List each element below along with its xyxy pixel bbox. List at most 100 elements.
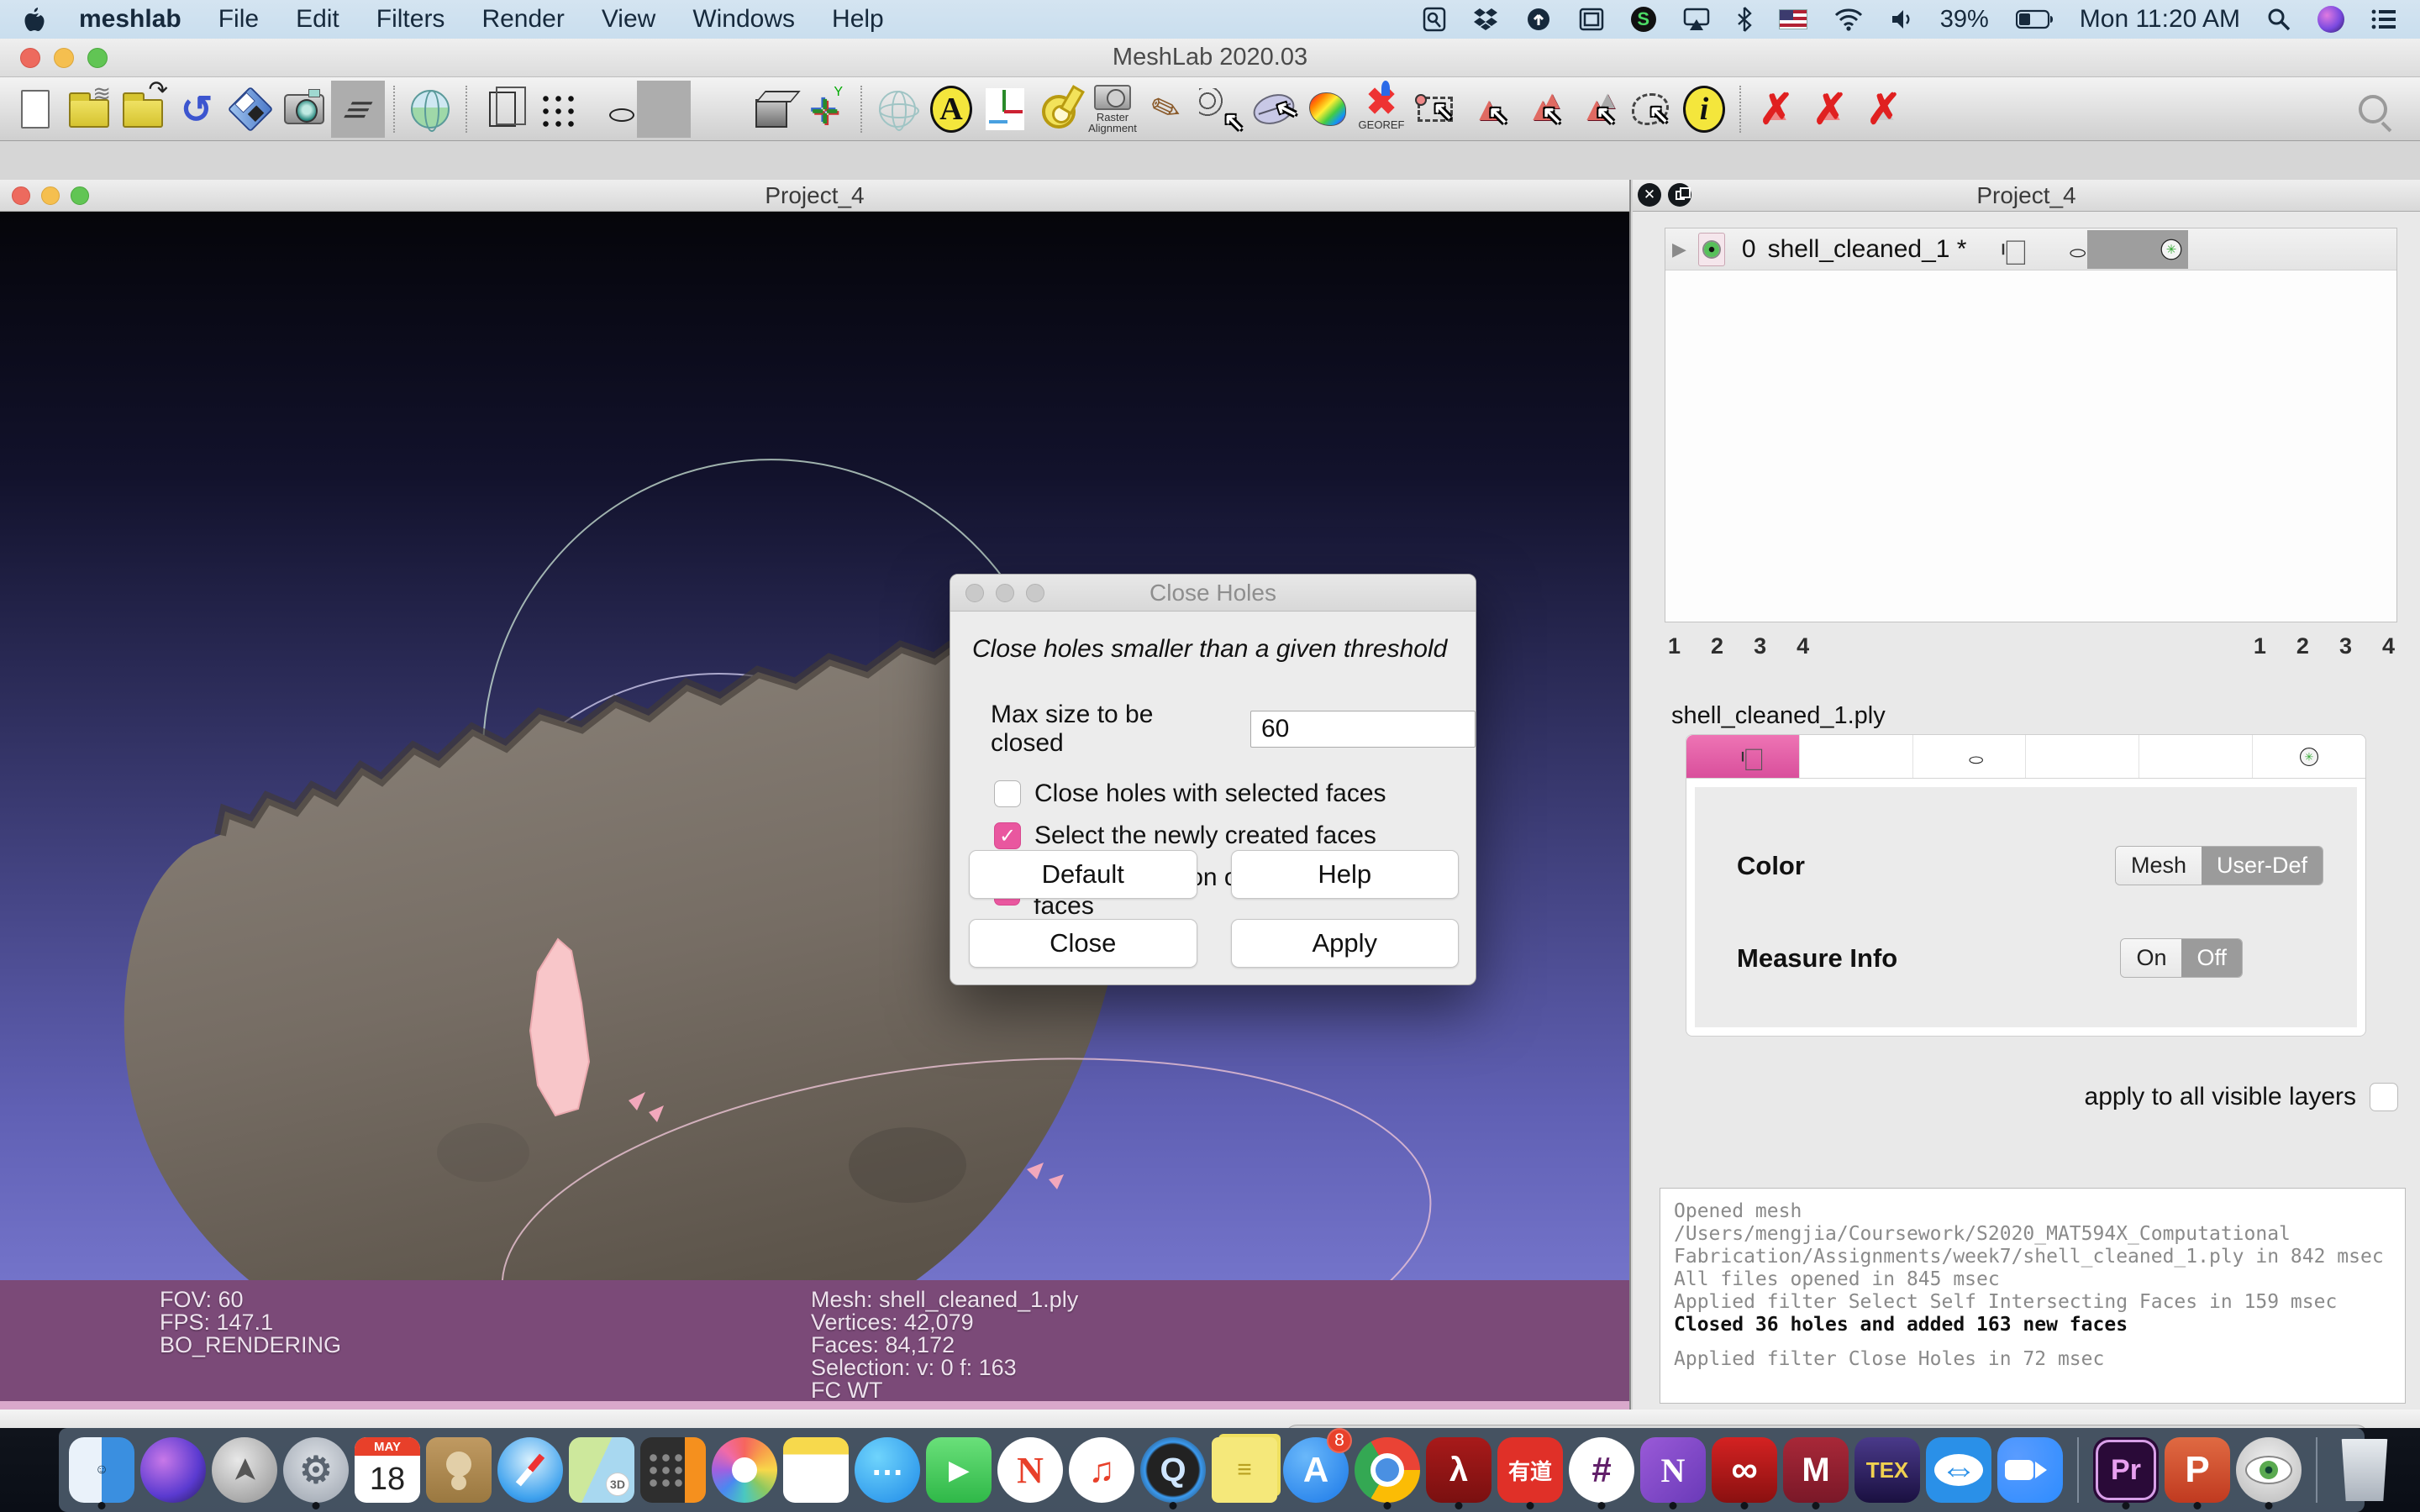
color-option-mesh[interactable]: Mesh <box>2116 847 2202 885</box>
dock-finder-icon[interactable]: ☺ <box>67 1430 136 1510</box>
layer-render-greensphere-icon[interactable]: ✳ <box>2154 230 2188 269</box>
dock-facetime-icon[interactable]: ▶ <box>924 1430 993 1510</box>
layer-render-points-icon[interactable] <box>2020 230 2054 269</box>
import-mesh-icon[interactable] <box>116 81 170 138</box>
backup-cloud-icon[interactable] <box>1525 7 1552 32</box>
show-axes-icon[interactable] <box>798 81 852 138</box>
log-output[interactable]: Opened mesh /Users/mengjia/Coursework/S2… <box>1660 1188 2406 1404</box>
dock-teamviewer-icon[interactable]: ⇔ <box>1924 1430 1993 1510</box>
z-painting-icon[interactable]: ✎ <box>1139 81 1193 138</box>
menu-item-edit[interactable]: Edit <box>296 5 339 34</box>
reload-mesh-icon[interactable]: ↺ <box>170 81 224 138</box>
show-info-pane-icon[interactable]: i <box>1677 81 1731 138</box>
shottr-icon[interactable]: S <box>1631 7 1656 32</box>
delete-selected-vertices-icon[interactable]: ✗ <box>1749 81 1803 138</box>
manipulator-tool-icon[interactable] <box>1247 81 1301 138</box>
ambient-light-icon[interactable]: A <box>924 81 978 138</box>
dock-powerpoint-icon[interactable]: P <box>2163 1430 2232 1510</box>
input-source-us-flag-icon[interactable] <box>1779 9 1807 29</box>
dock-photos-icon[interactable] <box>710 1430 779 1510</box>
raster-alignment-icon[interactable]: Raster Alignment <box>1086 81 1139 138</box>
apply-button[interactable]: Apply <box>1231 919 1460 968</box>
dock-chrome-icon[interactable] <box>1353 1430 1422 1510</box>
dock-slack-icon[interactable]: # <box>1567 1430 1636 1510</box>
point-picking-icon[interactable] <box>1193 81 1247 138</box>
panel-float-icon[interactable] <box>1668 183 1691 207</box>
dock-creative-cloud-icon[interactable]: ∞ <box>1710 1430 1779 1510</box>
wifi-icon[interactable] <box>1834 8 1863 31</box>
menu-item-meshlab[interactable]: meshlab <box>79 5 182 34</box>
battery-icon[interactable] <box>2016 9 2053 29</box>
select-connected-faces-icon[interactable]: ▲ <box>1570 81 1623 138</box>
dock-launchpad-icon[interactable]: ➤ <box>210 1430 279 1510</box>
georeference-icon[interactable]: ✖GEOREF <box>1355 81 1408 138</box>
tab-greensphere[interactable]: ✳ <box>2253 735 2365 778</box>
layer-render-wirecyl-icon[interactable] <box>2054 230 2087 269</box>
dock-notion-icon[interactable]: N <box>1639 1430 1707 1510</box>
menu-item-help[interactable]: Help <box>832 5 884 34</box>
color-option-userdef[interactable]: User-Def <box>2202 847 2323 885</box>
apply-all-layers-checkbox[interactable] <box>2370 1083 2398 1111</box>
layer-render-box-icon[interactable] <box>1986 230 2020 269</box>
menu-item-render[interactable]: Render <box>481 5 564 34</box>
default-button[interactable]: Default <box>969 850 1197 899</box>
dock-stickies-icon[interactable]: ≡ <box>1210 1430 1279 1510</box>
menu-item-view[interactable]: View <box>602 5 655 34</box>
delete-selected-faces-vertices-icon[interactable]: ✗ <box>1857 81 1911 138</box>
new-project-icon[interactable] <box>8 81 62 138</box>
spotlight-icon[interactable] <box>2267 8 2291 31</box>
render-hidden-lines-icon[interactable] <box>637 81 691 138</box>
dock-news-icon[interactable]: N <box>996 1430 1065 1510</box>
volume-icon[interactable] <box>1890 8 1913 31</box>
dock-meshlab-app-icon[interactable] <box>2234 1430 2303 1510</box>
dock-youdao-dictionary-icon[interactable]: 有道 <box>1496 1430 1565 1510</box>
quality-mapper-icon[interactable] <box>1301 81 1355 138</box>
dock-music-icon[interactable]: ♫ <box>1067 1430 1136 1510</box>
tab-bluecyl[interactable] <box>2026 735 2139 778</box>
dock-system-preferences-icon[interactable]: ⚙ <box>281 1430 350 1510</box>
measuring-tool-icon[interactable] <box>1032 81 1086 138</box>
siri-icon[interactable] <box>2317 6 2344 33</box>
airplay-display-icon[interactable] <box>1683 8 1710 31</box>
dropbox-icon[interactable] <box>1473 8 1498 31</box>
open-project-icon[interactable] <box>62 81 116 138</box>
menu-clock[interactable]: Mon 11:20 AM <box>2080 5 2240 34</box>
select-faces-rect-icon[interactable]: ▲ <box>1516 81 1570 138</box>
apple-menu-icon[interactable] <box>24 7 45 32</box>
dock-messages-icon[interactable]: … <box>853 1430 922 1510</box>
dock-app-store-icon[interactable]: A8 <box>1281 1430 1350 1510</box>
layer-render-redcyl-icon[interactable] <box>2121 230 2154 269</box>
dock-tex-icon[interactable]: TEX <box>1853 1430 1922 1510</box>
checkbox-checked[interactable]: ✓ <box>994 822 1021 849</box>
menu-item-windows[interactable]: Windows <box>692 5 795 34</box>
menu-item-filters[interactable]: Filters <box>376 5 445 34</box>
dock-safari-icon[interactable] <box>496 1430 565 1510</box>
dock-quicktime-icon[interactable]: Q <box>1139 1430 1207 1510</box>
close-window-button[interactable] <box>20 48 40 68</box>
render-wireframe-icon[interactable] <box>583 81 637 138</box>
save-project-icon[interactable] <box>224 81 277 138</box>
layer-visibility-eye-icon[interactable] <box>1698 233 1725 266</box>
bluetooth-icon[interactable] <box>1737 7 1752 32</box>
checkbox-unchecked[interactable] <box>994 780 1021 807</box>
max-size-input[interactable] <box>1250 711 1476 748</box>
menu-item-file[interactable]: File <box>218 5 259 34</box>
disclosure-triangle-icon[interactable]: ▶ <box>1672 239 1686 260</box>
select-vertices-rect-icon[interactable] <box>1408 81 1462 138</box>
dock-acrobat-icon[interactable]: λ <box>1424 1430 1493 1510</box>
search-filter-icon[interactable] <box>2346 81 2400 138</box>
dock-notes-icon[interactable] <box>781 1430 850 1510</box>
snapshot-icon[interactable] <box>277 81 331 138</box>
dock-maps-icon[interactable] <box>567 1430 636 1510</box>
measure-option-on[interactable]: On <box>2121 939 2181 977</box>
project-minimize-button[interactable] <box>41 186 60 205</box>
dialog-minimize-button[interactable] <box>996 584 1014 602</box>
minimize-window-button[interactable] <box>54 48 74 68</box>
delete-selected-faces-icon[interactable]: ✗ <box>1803 81 1857 138</box>
tab-points[interactable] <box>1800 735 1913 778</box>
dialog-zoom-button[interactable] <box>1026 584 1044 602</box>
panel-close-icon[interactable]: ✕ <box>1638 183 1661 207</box>
tab-wirecyl[interactable] <box>1913 735 2027 778</box>
select-faces-icon[interactable]: ▲ <box>1462 81 1516 138</box>
preview-icon[interactable] <box>1423 7 1446 32</box>
